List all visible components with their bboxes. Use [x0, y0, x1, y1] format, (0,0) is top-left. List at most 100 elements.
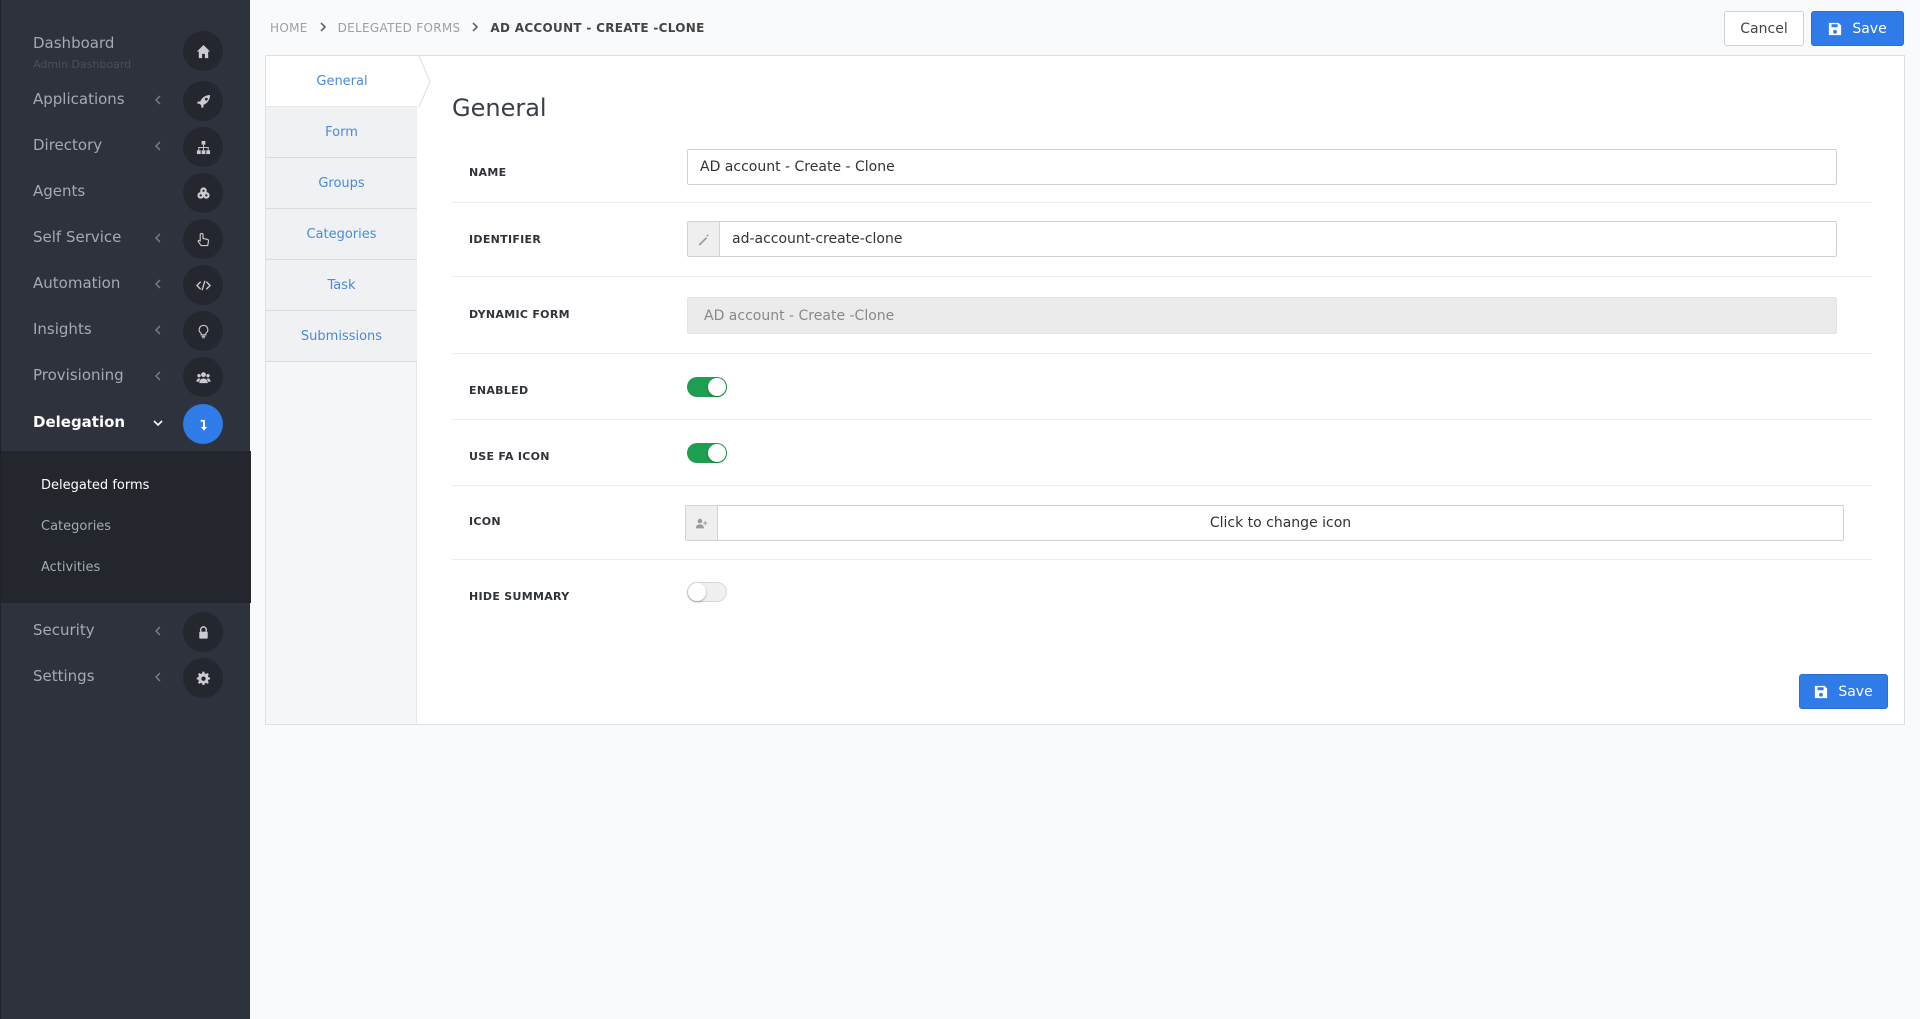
sidebar-item-label: Automation — [33, 274, 121, 292]
chevron-left-icon — [151, 367, 165, 385]
identifier-label: IDENTIFIER — [469, 233, 542, 246]
chevron-left-icon — [151, 622, 165, 640]
name-label: NAME — [469, 166, 507, 179]
sidebar: Dashboard Admin Dashboard Applications D… — [0, 0, 251, 1019]
identifier-value: ad-account-create-clone — [732, 231, 903, 247]
sidebar-item-label: Dashboard — [33, 34, 115, 52]
sidebar-item-label: Delegation — [33, 413, 126, 431]
change-icon-button[interactable]: Click to change icon — [685, 505, 1844, 541]
sidebar-item-label: Insights — [33, 320, 92, 338]
sidebar-item-label: Agents — [33, 182, 86, 200]
change-icon-label: Click to change icon — [1209, 515, 1352, 531]
identifier-field[interactable]: ad-account-create-clone — [687, 221, 1837, 257]
rocket-icon — [183, 81, 223, 121]
section-title: General — [452, 94, 547, 122]
tab-submissions[interactable]: Submissions — [266, 311, 417, 362]
code-icon — [183, 265, 223, 305]
use-fa-icon-toggle[interactable] — [687, 443, 727, 463]
toggle-knob — [708, 444, 726, 462]
users-icon — [183, 357, 223, 397]
sidebar-item-self-service[interactable]: Self Service — [1, 216, 251, 262]
use-fa-icon-row: USE FA ICON — [452, 420, 1872, 486]
save-button-label: Save — [1838, 683, 1873, 700]
sidebar-item-label: Security — [33, 621, 95, 639]
name-field[interactable]: AD account - Create - Clone — [687, 149, 1837, 185]
active-tab-arrow — [417, 56, 431, 107]
submenu-item-activities[interactable]: Activities — [41, 560, 100, 575]
sitemap-icon — [183, 127, 223, 167]
sidebar-item-security[interactable]: Security — [1, 609, 251, 655]
tab-general[interactable]: General — [266, 56, 418, 107]
sidebar-item-label: Directory — [33, 136, 103, 154]
chevron-left-icon — [151, 229, 165, 247]
breadcrumb-home[interactable]: HOME — [270, 21, 308, 35]
icon-row: ICON Click to change icon — [452, 486, 1872, 560]
sidebar-item-label: Applications — [33, 90, 125, 108]
user-plus-icon — [686, 506, 718, 540]
sidebar-item-directory[interactable]: Directory — [1, 124, 251, 170]
save-button-bottom[interactable]: Save — [1799, 674, 1888, 709]
sidebar-item-insights[interactable]: Insights — [1, 308, 251, 354]
hide-summary-label: HIDE SUMMARY — [469, 590, 570, 603]
sidebar-item-applications[interactable]: Applications — [1, 78, 251, 124]
chevron-down-icon — [151, 414, 165, 432]
chevron-left-icon — [151, 137, 165, 155]
save-button[interactable]: Save — [1811, 11, 1904, 46]
name-value: AD account - Create - Clone — [700, 159, 895, 175]
toggle-knob — [688, 583, 706, 601]
delegation-submenu: Delegated forms Categories Activities — [1, 451, 251, 603]
enabled-label: ENABLED — [469, 384, 529, 397]
sidebar-item-automation[interactable]: Automation — [1, 262, 251, 308]
chevron-left-icon — [151, 275, 165, 293]
enabled-toggle[interactable] — [687, 377, 727, 397]
sidebar-item-label: Settings — [33, 667, 95, 685]
save-button-label: Save — [1852, 20, 1887, 37]
level-down-icon — [183, 404, 223, 444]
lightbulb-icon — [183, 311, 223, 351]
dynamic-form-row: DYNAMIC FORM AD account - Create -Clone — [452, 277, 1872, 354]
sidebar-item-provisioning[interactable]: Provisioning — [1, 354, 251, 400]
submenu-item-categories[interactable]: Categories — [41, 519, 111, 534]
breadcrumb-current: AD ACCOUNT - CREATE -CLONE — [490, 21, 705, 35]
sidebar-item-settings[interactable]: Settings — [1, 655, 251, 701]
cancel-button-label: Cancel — [1740, 20, 1788, 37]
sidebar-item-dashboard[interactable]: Dashboard Admin Dashboard — [1, 28, 251, 74]
chevron-left-icon — [151, 321, 165, 339]
chevron-left-icon — [151, 668, 165, 686]
form-card: General Form Groups Categories Task Subm… — [265, 55, 1905, 725]
sidebar-item-label: Self Service — [33, 228, 122, 246]
chevron-right-icon — [471, 21, 479, 35]
magic-wand-icon[interactable] — [688, 222, 720, 256]
tab-label: Form — [325, 124, 358, 140]
icon-label: ICON — [469, 515, 501, 528]
sidebar-item-delegation[interactable]: Delegation — [1, 401, 251, 447]
tab-label: General — [316, 73, 368, 89]
tab-list: General Form Groups Categories Task Subm… — [266, 56, 431, 724]
cogs-icon — [183, 173, 223, 213]
lock-icon — [183, 612, 223, 652]
tab-label: Task — [327, 277, 356, 293]
tab-categories[interactable]: Categories — [266, 209, 417, 260]
tab-label: Submissions — [300, 328, 383, 344]
sidebar-item-agents[interactable]: Agents — [1, 170, 251, 216]
identifier-row: IDENTIFIER ad-account-create-clone — [452, 203, 1872, 277]
breadcrumb: HOME DELEGATED FORMS AD ACCOUNT - CREATE… — [270, 21, 705, 35]
home-icon — [183, 31, 223, 71]
breadcrumb-delegated-forms[interactable]: DELEGATED FORMS — [338, 21, 461, 35]
cancel-button[interactable]: Cancel — [1724, 11, 1804, 46]
sidebar-item-label: Provisioning — [33, 366, 124, 384]
submenu-item-delegated-forms[interactable]: Delegated forms — [41, 478, 149, 493]
tab-groups[interactable]: Groups — [266, 158, 417, 209]
floppy-disk-icon — [1829, 22, 1842, 35]
tab-task[interactable]: Task — [266, 260, 417, 311]
dynamic-form-field: AD account - Create -Clone — [687, 297, 1837, 334]
hide-summary-toggle[interactable] — [687, 582, 727, 602]
dynamic-form-value: AD account - Create -Clone — [704, 307, 895, 324]
tab-form[interactable]: Form — [266, 107, 417, 158]
chevron-left-icon — [151, 91, 165, 109]
gear-icon — [183, 658, 223, 698]
hand-pointer-icon — [183, 219, 223, 259]
sidebar-item-sublabel: Admin Dashboard — [33, 58, 132, 71]
use-fa-icon-label: USE FA ICON — [469, 450, 550, 463]
enabled-row: ENABLED — [452, 354, 1872, 420]
